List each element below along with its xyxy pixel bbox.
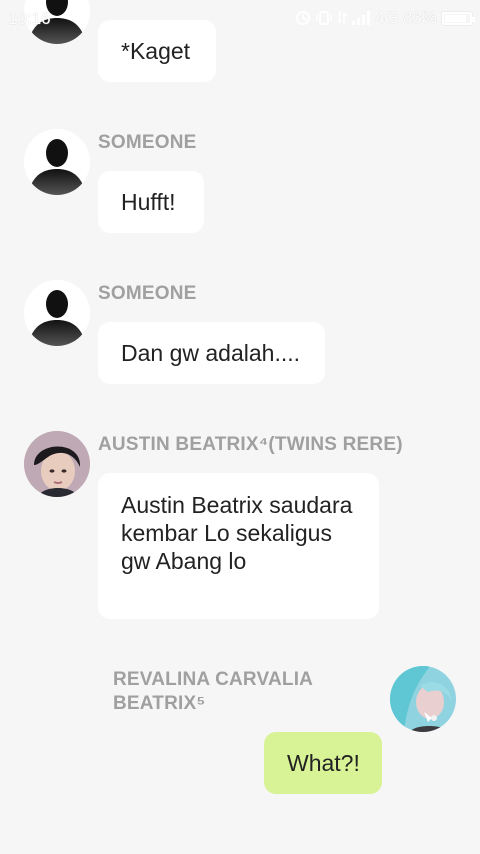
signal-icon — [352, 11, 371, 25]
sender-name: REVALINA CARVALIA BEATRIX⁵ — [113, 669, 313, 714]
network-type-label: 4G — [375, 8, 398, 27]
silhouette-avatar[interactable] — [24, 129, 90, 195]
message-bubble[interactable]: Austin Beatrix saudara kembar Lo sekalig… — [98, 473, 379, 619]
status-time: 10:16 — [8, 9, 51, 28]
message-text: Austin Beatrix saudara kembar Lo sekalig… — [121, 492, 353, 574]
photo-avatar[interactable] — [390, 666, 456, 732]
message-bubble[interactable]: Hufft! — [98, 171, 204, 233]
photo-avatar[interactable] — [24, 431, 90, 497]
message-text: What?! — [287, 750, 360, 776]
vibrate-icon — [316, 10, 333, 26]
sender-name: SOMEONE — [98, 283, 197, 304]
status-bar: 10:16 4G 83% — [0, 0, 480, 38]
message-text: *Kaget — [121, 38, 191, 64]
message-bubble-own[interactable]: What?! — [264, 732, 382, 794]
data-transfer-icon — [337, 10, 347, 26]
battery-icon — [442, 11, 475, 25]
status-icons: 4G 83% — [295, 8, 475, 28]
message-text: Hufft! — [121, 189, 176, 215]
silhouette-avatar[interactable] — [24, 280, 90, 346]
battery-percent: 83% — [402, 8, 437, 27]
alarm-icon — [295, 10, 311, 26]
chat-screen: 10:16 4G 83% *Kaget SOMEONE Hufft! SOMEO… — [0, 0, 480, 854]
message-bubble[interactable]: Dan gw adalah.... — [98, 322, 325, 384]
message-text: Dan gw adalah.... — [121, 340, 301, 366]
sender-name: SOMEONE — [98, 132, 197, 153]
sender-name: AUSTIN BEATRIX⁴(TWINS RERE) — [98, 434, 403, 455]
